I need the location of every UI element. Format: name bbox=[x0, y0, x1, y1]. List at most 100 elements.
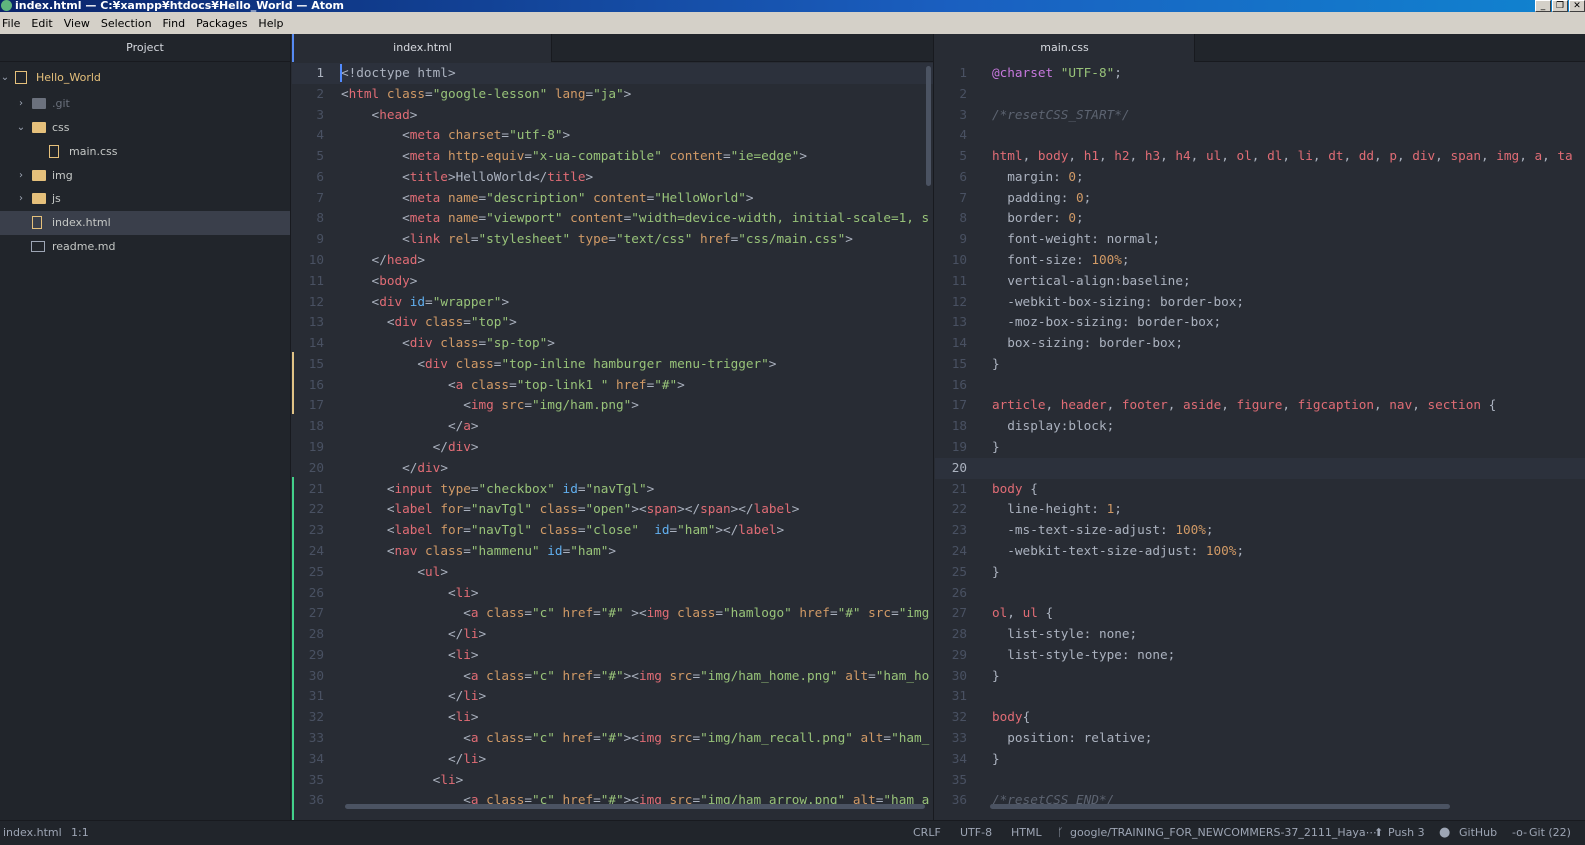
code-line[interactable]: 4 bbox=[935, 125, 1585, 146]
code-line[interactable]: 4 <meta charset="utf-8"> bbox=[292, 125, 933, 146]
code-line[interactable]: 24 -webkit-text-size-adjust: 100%; bbox=[935, 541, 1585, 562]
code-editor-index-html[interactable]: 36 <a class="c" href="#"><img src="img/h… bbox=[292, 62, 933, 820]
code-line[interactable]: 1 @charset "UTF-8"; bbox=[935, 63, 1585, 84]
code-line[interactable]: 29 <li> bbox=[292, 645, 933, 666]
code-line[interactable]: 15 <div class="top-inline hamburger menu… bbox=[292, 354, 933, 375]
code-line[interactable]: 30 <a class="c" href="#"><img src="img/h… bbox=[292, 666, 933, 687]
status-grammar[interactable]: HTML bbox=[1011, 821, 1042, 845]
code-line[interactable]: 10 font-size: 100%; bbox=[935, 250, 1585, 271]
code-line[interactable]: 18 display:block; bbox=[935, 416, 1585, 437]
code-line[interactable]: 32 <li> bbox=[292, 707, 933, 728]
code-line[interactable]: 18 </a> bbox=[292, 416, 933, 437]
tree-item-git[interactable]: › .git bbox=[0, 92, 290, 116]
status-cursor-position[interactable]: 1:1 bbox=[71, 821, 89, 845]
code-line[interactable]: 20 bbox=[935, 457, 1585, 479]
horizontal-scrollbar[interactable] bbox=[345, 804, 925, 809]
code-line[interactable]: 12 -webkit-box-sizing: border-box; bbox=[935, 292, 1585, 313]
tab-index-html[interactable]: index.html bbox=[292, 34, 552, 62]
tree-item-main-css[interactable]: main.css bbox=[0, 140, 290, 164]
code-line[interactable]: 16 <a class="top-link1 " href="#"> bbox=[292, 375, 933, 396]
code-line[interactable]: 19 </div> bbox=[292, 437, 933, 458]
code-line[interactable]: 32 body{ bbox=[935, 707, 1585, 728]
code-line[interactable]: 27 <a class="c" href="#" ><img class="ha… bbox=[292, 603, 933, 624]
code-line[interactable]: 12 <div id="wrapper"> bbox=[292, 292, 933, 313]
code-line[interactable]: 5 html, body, h1, h2, h3, h4, ul, ol, dl,… bbox=[935, 146, 1585, 167]
code-line[interactable]: 9 <link rel="stylesheet" type="text/css"… bbox=[292, 229, 933, 250]
code-line[interactable]: 11 vertical-align:baseline; bbox=[935, 271, 1585, 292]
code-line[interactable]: 2 <html class="google-lesson" lang="ja"> bbox=[292, 84, 933, 105]
code-line[interactable]: 25} bbox=[935, 562, 1585, 583]
vertical-scrollbar[interactable] bbox=[926, 66, 931, 186]
tab-main-css[interactable]: main.css bbox=[935, 34, 1195, 62]
code-line[interactable]: 34} bbox=[935, 749, 1585, 770]
status-branch[interactable]: google/TRAINING_FOR_NEWCOMMERS-37_2111_H… bbox=[1070, 821, 1377, 845]
tree-item-img[interactable]: › img bbox=[0, 164, 290, 188]
code-line[interactable]: 15} bbox=[935, 354, 1585, 375]
code-line[interactable]: 8 border: 0; bbox=[935, 208, 1585, 229]
code-line[interactable]: 23 -ms-text-size-adjust: 100%; bbox=[935, 520, 1585, 541]
tree-item-index-html[interactable]: index.html bbox=[0, 211, 290, 235]
code-line[interactable]: 7 <meta name="description" content="Hell… bbox=[292, 188, 933, 209]
code-line[interactable]: 20 </div> bbox=[292, 458, 933, 479]
menu-view[interactable]: View bbox=[62, 17, 95, 30]
code-line[interactable]: 17 <img src="img/ham.png"> bbox=[292, 395, 933, 416]
status-encoding[interactable]: UTF-8 bbox=[960, 821, 992, 845]
code-line[interactable]: 25 <ul> bbox=[292, 562, 933, 583]
code-line[interactable]: 7 padding: 0; bbox=[935, 188, 1585, 209]
code-line[interactable]: 31 bbox=[935, 686, 1585, 707]
code-line[interactable]: 26 <li> bbox=[292, 583, 933, 604]
menu-selection[interactable]: Selection bbox=[99, 17, 157, 30]
minimize-button[interactable]: _ bbox=[1535, 0, 1551, 12]
code-line[interactable]: 35 bbox=[935, 770, 1585, 791]
tree-item-readme-md[interactable]: readme.md bbox=[0, 235, 290, 259]
code-line[interactable]: 3 <head> bbox=[292, 105, 933, 126]
tree-item-js[interactable]: › js bbox=[0, 187, 290, 211]
code-line[interactable]: 34 </li> bbox=[292, 749, 933, 770]
code-line[interactable]: 14 <div class="sp-top"> bbox=[292, 333, 933, 354]
code-line[interactable]: 13 <div class="top"> bbox=[292, 312, 933, 333]
git-button[interactable]: Git (22) bbox=[1529, 821, 1571, 845]
restore-button[interactable]: ❐ bbox=[1552, 0, 1568, 12]
code-line[interactable]: 8 <meta name="viewport" content="width=d… bbox=[292, 208, 933, 229]
code-line[interactable]: 19} bbox=[935, 437, 1585, 458]
code-line[interactable]: 13 -moz-box-sizing: border-box; bbox=[935, 312, 1585, 333]
code-line[interactable]: 5 <meta http-equiv="x-ua-compatible" con… bbox=[292, 146, 933, 167]
code-line[interactable]: 29 list-style-type: none; bbox=[935, 645, 1585, 666]
push-button[interactable]: Push 3 bbox=[1388, 821, 1425, 845]
status-file[interactable]: index.html bbox=[3, 821, 62, 845]
close-button[interactable]: ✕ bbox=[1569, 0, 1585, 12]
code-line[interactable]: 16 bbox=[935, 375, 1585, 396]
code-line[interactable]: 6 <title>HelloWorld</title> bbox=[292, 167, 933, 188]
code-line[interactable]: 6 margin: 0; bbox=[935, 167, 1585, 188]
menu-edit[interactable]: Edit bbox=[29, 17, 57, 30]
code-line[interactable]: 14 box-sizing: border-box; bbox=[935, 333, 1585, 354]
horizontal-scrollbar[interactable] bbox=[990, 804, 1450, 809]
tree-item-css[interactable]: ⌄ css bbox=[0, 116, 290, 140]
code-editor-main-css[interactable]: 36/*resetCSS_END*/35 34} 33 position: rela… bbox=[935, 62, 1585, 820]
github-button[interactable]: GitHub bbox=[1459, 821, 1497, 845]
code-line[interactable]: 11 <body> bbox=[292, 271, 933, 292]
status-line-ending[interactable]: CRLF bbox=[913, 821, 941, 845]
code-line[interactable]: 28 </li> bbox=[292, 624, 933, 645]
code-line[interactable]: 35 <li> bbox=[292, 770, 933, 791]
code-line[interactable]: 9 font-weight: normal; bbox=[935, 229, 1585, 250]
code-line[interactable]: 1 <!doctype html> bbox=[292, 63, 933, 84]
menu-file[interactable]: File bbox=[0, 17, 25, 30]
code-line[interactable]: 21 body { bbox=[935, 479, 1585, 500]
menu-help[interactable]: Help bbox=[256, 17, 288, 30]
code-line[interactable]: 17 article, header, footer, aside, figure… bbox=[935, 395, 1585, 416]
code-line[interactable]: 24 <nav class="hammenu" id="ham"> bbox=[292, 541, 933, 562]
menu-find[interactable]: Find bbox=[161, 17, 191, 30]
code-line[interactable]: 27 ol, ul { bbox=[935, 603, 1585, 624]
code-line[interactable]: 10 </head> bbox=[292, 250, 933, 271]
code-line[interactable]: 23 <label for="navTgl" class="close" id=… bbox=[292, 520, 933, 541]
code-line[interactable]: 22 line-height: 1; bbox=[935, 499, 1585, 520]
code-line[interactable]: 33 <a class="c" href="#"><img src="img/h… bbox=[292, 728, 933, 749]
tree-root-hello-world[interactable]: ⌄ Hello_World bbox=[0, 66, 290, 90]
code-line[interactable]: 28 list-style: none; bbox=[935, 624, 1585, 645]
code-line[interactable]: 30} bbox=[935, 666, 1585, 687]
code-line[interactable]: 33 position: relative; bbox=[935, 728, 1585, 749]
code-line[interactable]: 2 bbox=[935, 84, 1585, 105]
code-line[interactable]: 26 bbox=[935, 583, 1585, 604]
menu-packages[interactable]: Packages bbox=[194, 17, 252, 30]
